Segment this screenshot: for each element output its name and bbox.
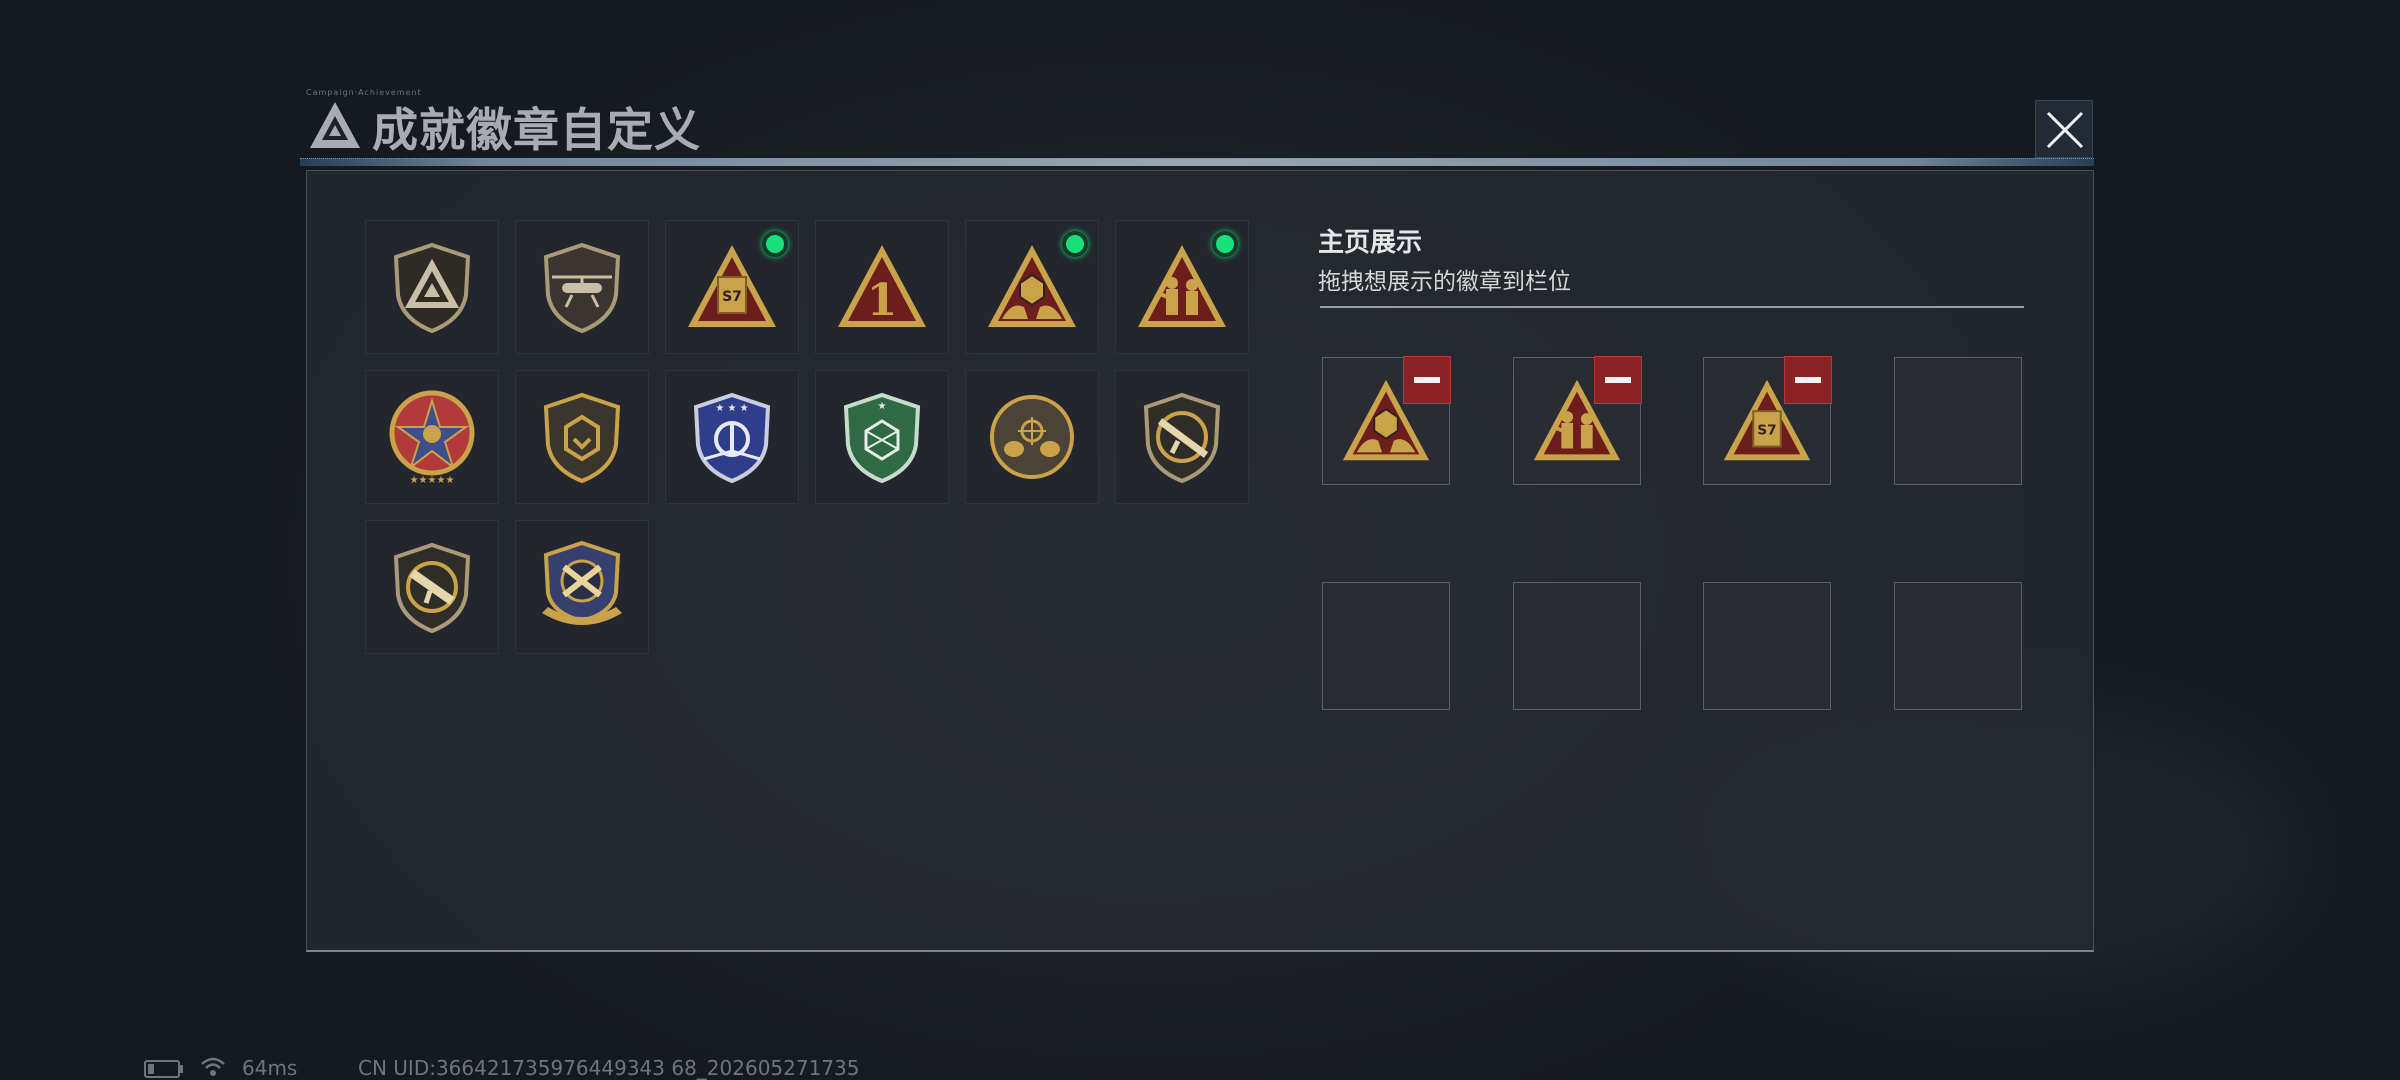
close-button[interactable]	[2035, 100, 2093, 158]
remove-badge-button[interactable]	[1594, 356, 1642, 404]
ping-text: 64ms	[242, 1056, 298, 1080]
showcase-divider	[1320, 306, 2024, 308]
triangle-logo-shield-badge-icon	[393, 242, 471, 334]
rifle-shield-badge-icon	[1143, 392, 1221, 484]
helmet-crosshair-round-badge-icon	[990, 395, 1074, 479]
smg-shield-badge-icon	[393, 542, 471, 634]
dialog-title: 成就徽章自定义	[372, 103, 701, 157]
battery-icon	[144, 1060, 183, 1078]
star-medal-badge-icon: ★★★★★	[389, 390, 475, 486]
minus-icon	[1605, 377, 1631, 383]
badge-item[interactable]: ★ ★ ★	[665, 370, 799, 504]
minus-icon	[1795, 377, 1821, 383]
triangle-logo-icon	[310, 102, 360, 148]
showcase-slot-filled[interactable]	[1322, 356, 1451, 485]
title-divider	[300, 158, 2094, 166]
svg-text:S7: S7	[722, 289, 742, 305]
helicopter-shield-badge-icon	[543, 242, 621, 334]
equipped-indicator	[1212, 231, 1238, 257]
equipped-indicator	[762, 231, 788, 257]
equipped-indicator	[1062, 231, 1088, 257]
showcase-slot-filled[interactable]	[1513, 356, 1642, 485]
remove-badge-button[interactable]	[1784, 356, 1832, 404]
showcase-title: 主页展示	[1318, 228, 1423, 258]
remove-badge-button[interactable]	[1403, 356, 1451, 404]
svg-text:1: 1	[867, 275, 898, 326]
svg-text:S7: S7	[1757, 423, 1776, 439]
badge-item[interactable]: ★★★★★	[365, 370, 499, 504]
badge-item[interactable]	[1115, 370, 1249, 504]
badge-item[interactable]: ★	[815, 370, 949, 504]
green-d20-shield-badge-icon: ★	[843, 392, 921, 484]
gold-crest-shield-badge-icon	[543, 392, 621, 484]
showcase-slot-filled[interactable]: S7	[1703, 356, 1832, 485]
badge-item[interactable]: ★★★	[515, 520, 649, 654]
badge-item[interactable]	[365, 220, 499, 354]
dialog-header: Campaign·Achievement 成就徽章自定义	[300, 88, 2100, 160]
minus-icon	[1414, 377, 1440, 383]
badge-item[interactable]: S7	[665, 220, 799, 354]
number-one-triangle-badge-icon: 1	[838, 245, 926, 327]
showcase-slot-empty[interactable]	[1894, 357, 2022, 485]
badge-item[interactable]	[365, 520, 499, 654]
showcase-slot-empty[interactable]	[1703, 582, 1831, 710]
uid-text: CN UID:366421735976449343 68_20260527173…	[358, 1056, 860, 1080]
badge-item[interactable]	[515, 370, 649, 504]
badge-item[interactable]: 1	[815, 220, 949, 354]
showcase-slot-empty[interactable]	[1322, 582, 1450, 710]
badge-item[interactable]	[965, 370, 1099, 504]
close-icon	[2046, 111, 2084, 149]
crossed-guns-winged-badge-icon: ★★★	[542, 540, 622, 634]
svg-text:★★★: ★★★	[570, 624, 594, 634]
showcase-slot-empty[interactable]	[1894, 582, 2022, 710]
badge-item[interactable]	[1115, 220, 1249, 354]
wifi-icon	[201, 1057, 225, 1076]
blue-wings-shield-badge-icon: ★ ★ ★	[693, 392, 771, 484]
badge-item[interactable]	[515, 220, 649, 354]
badge-item[interactable]	[965, 220, 1099, 354]
svg-text:★ ★ ★: ★ ★ ★	[715, 403, 748, 414]
svg-text:★★★★★: ★★★★★	[410, 475, 455, 486]
showcase-subtitle: 拖拽想展示的徽章到栏位	[1318, 269, 1571, 295]
svg-text:★: ★	[878, 401, 887, 412]
showcase-slot-empty[interactable]	[1513, 582, 1641, 710]
